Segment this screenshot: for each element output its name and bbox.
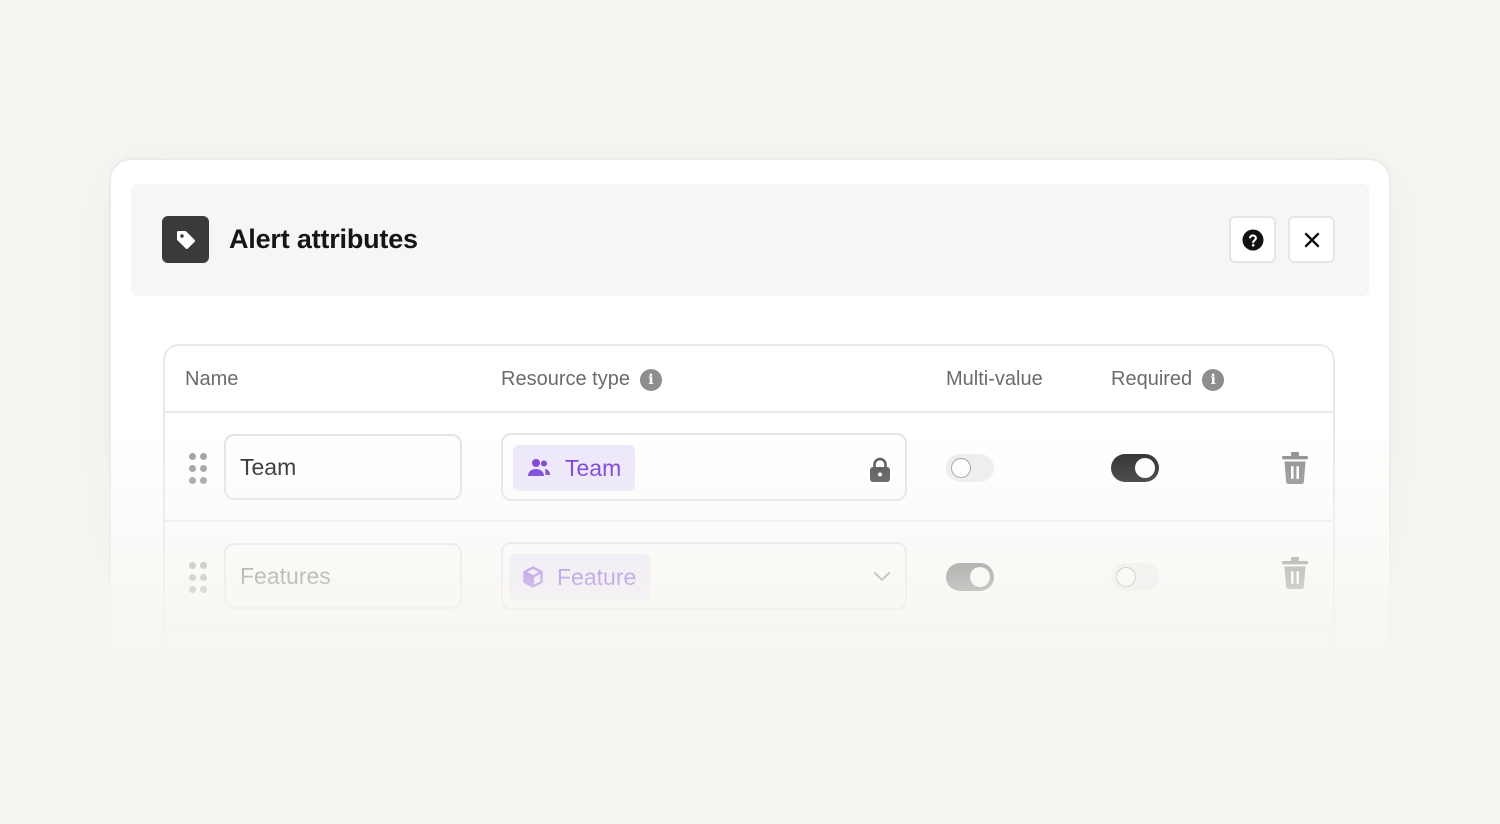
tag-icon [162, 216, 209, 263]
required-toggle[interactable] [1111, 454, 1159, 482]
table-header: Name Resource type i Multi-value Require… [165, 346, 1333, 413]
chevron-down-icon[interactable] [873, 570, 891, 582]
close-icon [1304, 232, 1319, 247]
resource-type-pill: Team [513, 445, 636, 491]
table-row: Features Feature [165, 522, 1333, 631]
background-fill [0, 656, 1500, 824]
table-row: Team Team [165, 413, 1333, 522]
info-icon[interactable]: i [639, 368, 662, 391]
multi-value-toggle[interactable] [946, 454, 994, 482]
trash-icon[interactable] [1281, 556, 1309, 590]
drag-handle-icon[interactable] [189, 453, 207, 484]
drag-handle-icon[interactable] [189, 562, 207, 593]
modal-header: Alert attributes [131, 184, 1369, 296]
alert-attributes-modal: Alert attributes Name Resource type i Mu… [109, 158, 1391, 678]
resource-type-label: Feature [557, 563, 637, 590]
column-header-name: Name [185, 368, 239, 390]
resource-type-select[interactable]: Team [501, 433, 907, 501]
info-icon[interactable]: i [1202, 368, 1225, 391]
resource-type-label: Team [565, 454, 622, 481]
attribute-name-input[interactable]: Features [224, 543, 462, 609]
column-header-resource-type: Resource type i [501, 368, 662, 391]
attributes-table: Name Resource type i Multi-value Require… [163, 344, 1335, 676]
required-toggle[interactable] [1111, 563, 1159, 591]
column-header-multi-value: Multi-value [946, 368, 1043, 390]
column-header-required: Required i [1111, 368, 1225, 391]
cube-icon [523, 566, 543, 588]
resource-type-select[interactable]: Feature [501, 542, 907, 610]
help-circle-icon [1242, 229, 1263, 250]
close-button[interactable] [1288, 216, 1335, 263]
help-button[interactable] [1229, 216, 1276, 263]
users-icon [528, 459, 550, 476]
lock-icon [870, 457, 890, 482]
resource-type-pill: Feature [509, 554, 651, 600]
attribute-name-input[interactable]: Team [224, 434, 462, 500]
trash-icon[interactable] [1281, 451, 1309, 485]
multi-value-toggle[interactable] [946, 563, 994, 591]
modal-title: Alert attributes [229, 224, 418, 254]
